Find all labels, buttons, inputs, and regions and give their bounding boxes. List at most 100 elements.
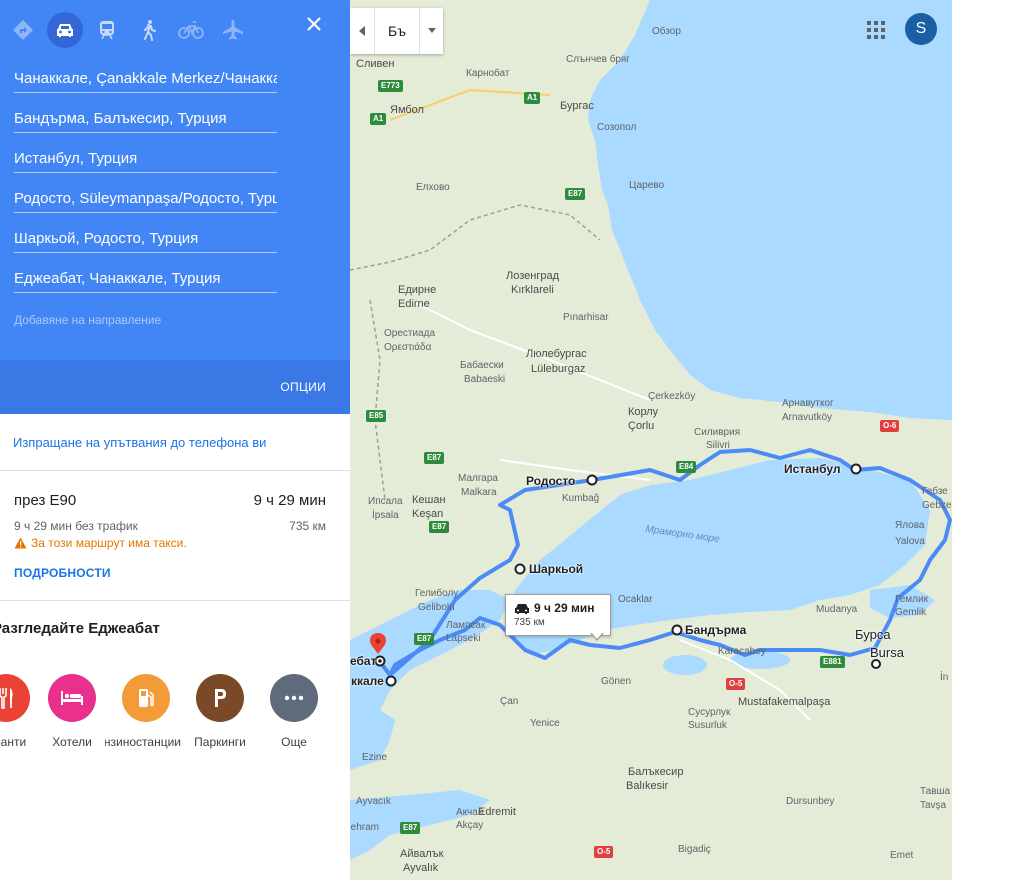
map-label: Gebze <box>922 500 952 511</box>
map-label: İn <box>940 672 949 683</box>
map-label: Tavşa <box>920 800 947 811</box>
language-label: Бъ <box>388 23 406 39</box>
waypoint-input-3[interactable]: Истанбул, Турция <box>14 146 277 173</box>
add-destination-input[interactable]: Добавяне на направление <box>14 313 161 327</box>
road-shield: A1 <box>370 113 387 125</box>
map-label: Dursunbey <box>786 796 835 807</box>
map-label: Edirne <box>398 298 430 310</box>
category-hotels-label: Хотели <box>52 735 92 749</box>
map-label: Çorlu <box>628 420 655 432</box>
waypoint-input-4[interactable]: Родосто, Süleymanpaşa/Родосто, Турция <box>14 186 277 213</box>
road-shield: E773 <box>378 80 403 92</box>
map-canvas[interactable] <box>350 0 952 880</box>
mode-transit[interactable] <box>89 12 125 48</box>
map-label: Бандърма <box>685 623 747 637</box>
mode-flight[interactable] <box>215 12 251 48</box>
gas-station-icon <box>139 689 154 707</box>
language-value[interactable]: Бъ <box>375 8 419 54</box>
waypoint-input-2[interactable]: Бандърма, Балъкесир, Турция <box>14 106 277 133</box>
plane-icon <box>223 20 243 40</box>
category-gas-stations-button[interactable] <box>122 674 170 722</box>
road-shield: E87 <box>429 521 450 533</box>
map-label: Корлу <box>628 406 659 418</box>
mode-car[interactable] <box>47 12 83 48</box>
directions-panel: Чанаккале, Çanakkale Merkez/Чанаккале Ба… <box>0 0 350 880</box>
category-restaurants-button[interactable] <box>0 674 30 722</box>
map-graphics <box>350 0 952 860</box>
route-no-traffic: 9 ч 29 мин без трафик <box>14 519 138 533</box>
map-label: Yenice <box>530 718 560 729</box>
map-label: Малгара <box>458 473 498 484</box>
map-label: ккале <box>351 674 384 688</box>
category-more-button[interactable] <box>270 674 318 722</box>
waypoint-input-6[interactable]: Еджеабат, Чанаккале, Турция <box>14 266 277 293</box>
map-label: Бабаески <box>460 360 504 371</box>
map-label: Бурса <box>855 627 891 642</box>
account-avatar[interactable]: S <box>905 13 937 45</box>
car-icon <box>57 24 73 37</box>
map-label: Орестиада <box>384 328 436 339</box>
map-label: Царево <box>629 180 665 191</box>
road-shield: A1 <box>524 92 541 104</box>
map-label: Bigadiç <box>678 844 711 855</box>
map-label: Гебзе <box>922 486 948 497</box>
language-selector[interactable]: Бъ <box>350 8 443 54</box>
route-duration-callout[interactable]: 9 ч 29 мин 735 км <box>505 594 611 636</box>
map-label: Лозенград <box>506 270 559 282</box>
options-button[interactable]: ОПЦИИ <box>280 380 326 394</box>
train-icon <box>100 21 114 40</box>
black-sea <box>588 0 952 420</box>
map-label: Gönen <box>601 676 632 687</box>
collapse-panel-button[interactable] <box>350 8 374 54</box>
map-label: Pınarhisar <box>563 312 609 323</box>
mode-cycling[interactable] <box>173 12 209 48</box>
map-label: Mudanya <box>816 604 858 615</box>
route-details-link[interactable]: ПОДРОБНОСТИ <box>14 566 111 580</box>
send-to-phone-link[interactable]: Изпращане на упътвания до телефона ви <box>13 435 266 450</box>
stop-bursa <box>871 659 881 669</box>
map-label: Сливен <box>356 58 395 70</box>
map-label: Сусурлук <box>688 707 731 718</box>
category-hotels-button[interactable] <box>48 674 96 722</box>
map-label: Susurluk <box>688 720 727 731</box>
map-label: Бургас <box>560 100 594 112</box>
map-label: Гемлик <box>895 594 928 605</box>
stop-istanbul <box>850 463 862 475</box>
chevron-down-icon <box>427 28 436 33</box>
map-label: Malkara <box>461 487 497 498</box>
warning-icon <box>14 537 27 549</box>
language-dropdown-button[interactable] <box>420 8 443 54</box>
road-shield: E87 <box>565 188 586 200</box>
map-label: Истанбул <box>784 462 841 476</box>
map-label: Обзор <box>652 26 681 37</box>
map-label: Балъкесир <box>628 766 684 778</box>
map-label: Arnavutköy <box>782 412 833 423</box>
map-label: Слънчев бряг <box>566 54 630 65</box>
category-parking-button[interactable] <box>196 674 244 722</box>
map-label: Kumbağ <box>562 493 600 504</box>
waypoint-input-1[interactable]: Чанаккале, Çanakkale Merkez/Чанаккале <box>14 66 277 93</box>
route-via: през E90 <box>14 492 77 509</box>
close-directions-button[interactable] <box>298 8 330 40</box>
map-label: Едирне <box>398 284 437 296</box>
map-label: Ипсала <box>368 496 403 507</box>
options-bar: ОПЦИИ <box>0 360 350 414</box>
map-label: Ялова <box>895 520 925 531</box>
car-icon <box>515 604 529 614</box>
road-shield: O-5 <box>726 678 746 690</box>
callout-duration: 9 ч 29 мин <box>534 601 595 615</box>
map-label: Ямбол <box>390 104 424 116</box>
map-label: Çerkezköy <box>648 391 696 402</box>
mode-directions[interactable] <box>5 12 41 48</box>
route-duration: 9 ч 29 мин <box>253 492 326 509</box>
map-label: Тавша <box>920 786 951 797</box>
map-label: Кешан <box>412 494 446 506</box>
waypoint-input-5[interactable]: Шаркьой, Родосто, Турция <box>14 226 277 253</box>
mode-walking[interactable] <box>131 12 167 48</box>
map-label: Akçay <box>456 820 484 831</box>
apps-button[interactable] <box>866 20 886 40</box>
map-label: Balıkesir <box>626 780 669 792</box>
map-label: Lüleburgaz <box>531 363 586 375</box>
road-shield: O-6 <box>880 420 900 432</box>
stop-rodosto <box>586 474 598 486</box>
